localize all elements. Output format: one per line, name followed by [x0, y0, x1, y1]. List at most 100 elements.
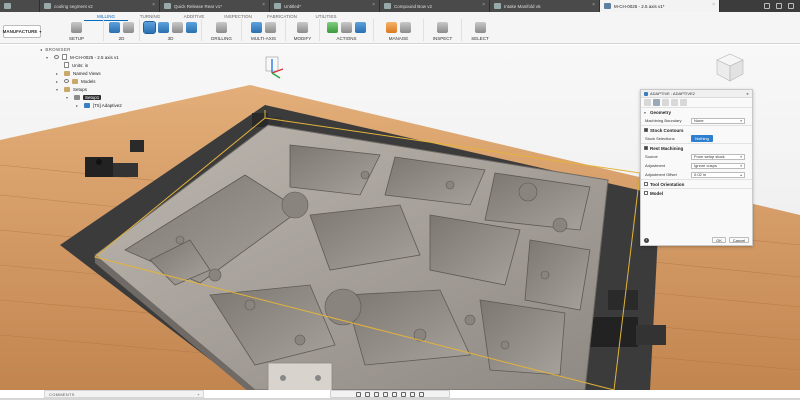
document-tab[interactable]: Quick Release Rear v1* ×: [160, 0, 270, 12]
contour-icon[interactable]: [123, 21, 134, 33]
chevron-right-icon[interactable]: ▸: [56, 71, 61, 76]
group-2d[interactable]: 2D: [104, 19, 140, 41]
look-at-icon[interactable]: [365, 391, 370, 397]
section-header[interactable]: ▾ Geometry: [641, 108, 752, 116]
chevron-right-icon[interactable]: ▸: [56, 79, 61, 84]
stepper-icon[interactable]: ▴: [740, 173, 742, 177]
model-checkbox[interactable]: [644, 191, 648, 195]
group-modify[interactable]: MODIFY: [286, 19, 320, 41]
tool-orientation-checkbox[interactable]: [644, 182, 648, 186]
pocket-icon[interactable]: [158, 21, 169, 33]
cancel-button[interactable]: Cancel: [729, 237, 749, 243]
add-comment-icon[interactable]: +: [197, 392, 200, 397]
group-3d[interactable]: 3D: [140, 19, 202, 41]
chevron-down-icon[interactable]: ◂: [40, 47, 42, 52]
close-icon[interactable]: ×: [372, 2, 375, 8]
passes-tab-icon[interactable]: [671, 99, 678, 106]
tree-item-setups[interactable]: ▾ Setups: [40, 85, 180, 93]
rest-machining-checkbox[interactable]: [644, 146, 648, 150]
group-select[interactable]: SELECT: [462, 19, 498, 41]
chevron-down-icon[interactable]: ▾: [644, 110, 648, 115]
drill-icon[interactable]: [216, 21, 227, 33]
adjustment-select[interactable]: Ignore cusps ▾: [691, 162, 745, 169]
document-tab[interactable]: Compound Bow v2 ×: [380, 0, 490, 12]
scallop-icon[interactable]: [186, 21, 197, 33]
adjustment-offset-input[interactable]: 0.02 in ▴: [691, 171, 745, 178]
grid-icon[interactable]: [410, 391, 415, 397]
linking-tab-icon[interactable]: [680, 99, 687, 106]
browser-header[interactable]: ◂ BROWSER: [40, 45, 180, 53]
tool-library-icon[interactable]: [386, 21, 397, 33]
tree-item-document[interactable]: ▾ M-CH-0025 - 2.5 axis v1: [40, 53, 180, 61]
group-manage[interactable]: MANAGE: [374, 19, 424, 41]
workspace-select[interactable]: MANUFACTURE ▾: [3, 25, 41, 38]
group-setup[interactable]: SETUP: [50, 19, 104, 41]
group-inspect[interactable]: INSPECT: [424, 19, 462, 41]
view-cube[interactable]: [713, 51, 747, 85]
document-tab[interactable]: Untitled* ×: [270, 0, 380, 12]
ok-button[interactable]: OK: [712, 237, 726, 243]
new-tab-icon[interactable]: [764, 3, 770, 9]
modify-icon[interactable]: [297, 21, 308, 33]
post-icon[interactable]: [341, 21, 352, 33]
stock-selections-button[interactable]: Nothing: [691, 135, 713, 142]
flow-icon[interactable]: [265, 21, 276, 33]
chevron-down-icon[interactable]: ▾: [46, 55, 51, 60]
visibility-icon[interactable]: [54, 55, 59, 59]
tool-tab-icon[interactable]: [644, 99, 651, 106]
section-header[interactable]: Rest Machining: [641, 144, 752, 152]
select-icon[interactable]: [474, 21, 486, 33]
display-settings-icon[interactable]: [401, 391, 406, 397]
chevron-down-icon[interactable]: ▾: [56, 87, 61, 92]
close-icon[interactable]: ×: [262, 2, 265, 8]
orbit-icon[interactable]: [356, 391, 361, 397]
source-select[interactable]: From setup stock ▾: [691, 153, 745, 160]
chevron-down-icon[interactable]: ▾: [66, 95, 71, 100]
section-title: Model: [650, 190, 663, 196]
stock-contours-checkbox[interactable]: [644, 128, 648, 132]
close-icon[interactable]: ×: [482, 2, 485, 8]
nc-program-icon[interactable]: [355, 21, 366, 33]
close-icon[interactable]: ×: [712, 2, 715, 8]
machining-boundary-select[interactable]: None ▾: [691, 117, 745, 124]
group-drilling[interactable]: DRILLING: [202, 19, 242, 41]
steep-shallow-icon[interactable]: [172, 21, 183, 33]
pan-icon[interactable]: [374, 391, 379, 397]
close-icon[interactable]: ×: [152, 2, 155, 8]
simulate-icon[interactable]: [327, 21, 338, 33]
template-icon[interactable]: [400, 21, 411, 33]
heights-tab-icon[interactable]: [662, 99, 669, 106]
section-header[interactable]: Model: [641, 189, 752, 197]
swarf-icon[interactable]: [251, 21, 262, 33]
user-icon[interactable]: [788, 3, 794, 9]
comments-panel[interactable]: COMMENTS +: [44, 390, 204, 398]
setup-icon[interactable]: [71, 21, 82, 33]
group-multi-axis[interactable]: MULTI-AXIS: [242, 19, 286, 41]
adaptive-icon[interactable]: [143, 20, 156, 34]
viewports-icon[interactable]: [419, 391, 424, 397]
fit-icon[interactable]: [392, 391, 397, 397]
document-tab[interactable]: Intake Manifold v5 ×: [490, 0, 600, 12]
visibility-icon[interactable]: [64, 79, 69, 83]
home-tab[interactable]: [0, 0, 40, 12]
section-header[interactable]: Tool Orientation: [641, 180, 752, 188]
chevron-right-icon[interactable]: ▸: [76, 103, 81, 108]
geometry-tab-icon[interactable]: [653, 99, 660, 106]
info-icon[interactable]: i: [644, 237, 649, 243]
tree-item-named-views[interactable]: ▸ Named Views: [40, 69, 180, 77]
tree-item-setup1[interactable]: ▾ Setup1: [40, 93, 180, 101]
help-icon[interactable]: [776, 3, 782, 9]
tree-item-units[interactable]: Units: in: [40, 61, 180, 69]
group-actions[interactable]: ACTIONS: [320, 19, 374, 41]
face-icon[interactable]: [109, 21, 120, 33]
document-tab[interactable]: cooling segment v2 ×: [40, 0, 160, 12]
tree-item-adaptive2[interactable]: ▸ [T5] Adaptive2: [40, 101, 180, 109]
document-tab-active[interactable]: M-CH-0025 - 2.5 axis v1* ×: [600, 0, 720, 12]
expand-icon[interactable]: ▸: [747, 91, 749, 97]
measure-icon[interactable]: [437, 21, 448, 33]
tree-item-models[interactable]: ▸ Models: [40, 77, 180, 85]
section-header[interactable]: Stock Contours: [641, 126, 752, 134]
dialog-title-bar[interactable]: ADAPTIVE : ADAPTIVE2 ▸: [641, 90, 752, 98]
zoom-icon[interactable]: [383, 391, 388, 397]
close-icon[interactable]: ×: [592, 2, 595, 8]
